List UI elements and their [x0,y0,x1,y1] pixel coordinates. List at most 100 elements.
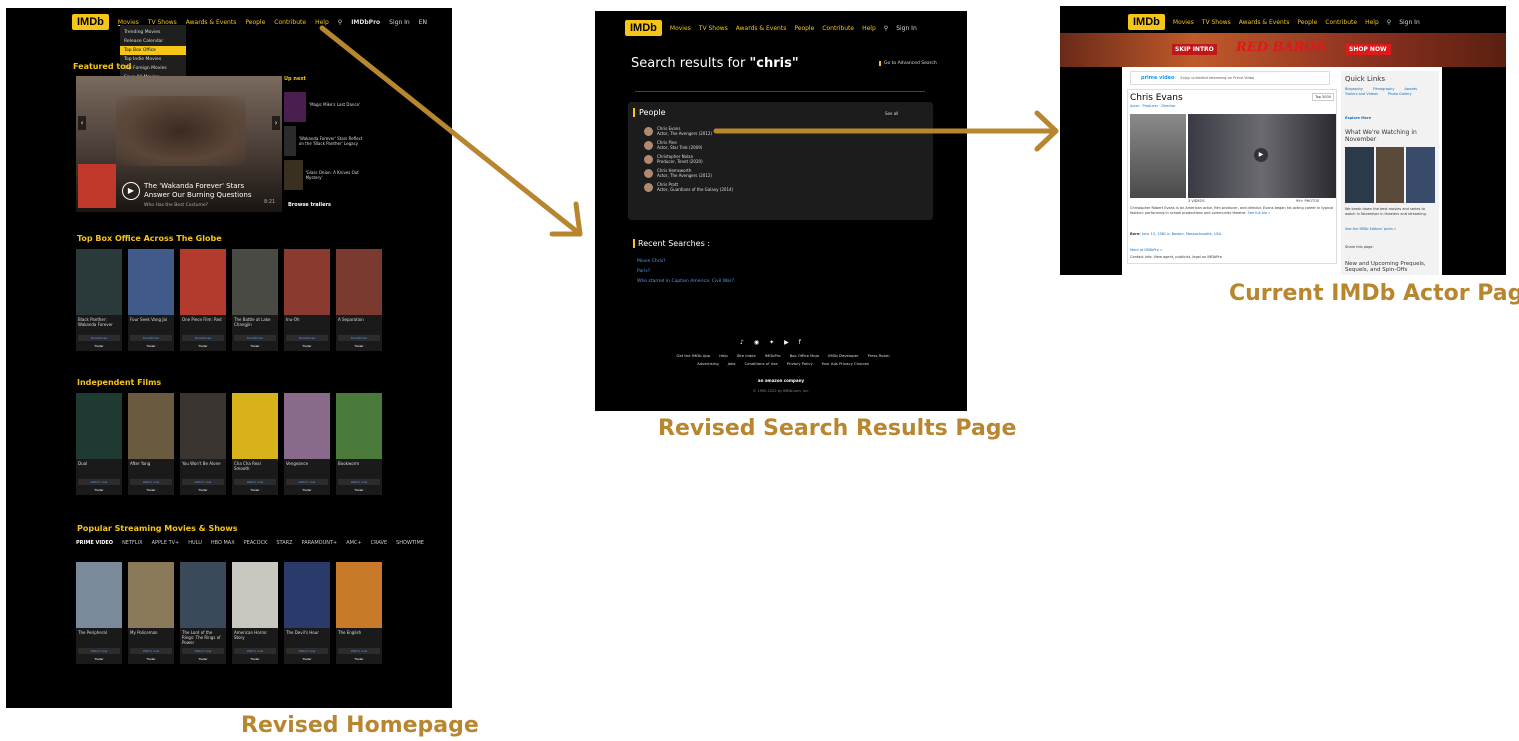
trailer-button[interactable]: Trailer [78,656,120,662]
nav-people[interactable]: People [1297,19,1317,26]
youtube-icon[interactable]: ▶ [784,339,789,346]
footer-link[interactable]: Privacy Policy [787,361,813,366]
nav-awards[interactable]: Awards & Events [1239,19,1290,26]
footer-link[interactable]: Conditions of Use [744,361,777,366]
footer-link[interactable]: Your Ads Privacy Choices [822,361,869,366]
watch-now-button[interactable]: Watch now [182,648,224,654]
tab-apple-tv[interactable]: APPLE TV+ [152,540,180,546]
tab-peacock[interactable]: PEACOCK [244,540,268,546]
recent-search-link[interactable]: Paris? [637,267,734,277]
person-row[interactable]: Chris Evans Actor, The Avengers (2012) [628,124,933,138]
watch-now-button[interactable]: Watch now [130,479,172,485]
nav-tv-shows[interactable]: TV Shows [699,25,728,32]
showtimes-button[interactable]: Showtimes [130,335,172,341]
showtimes-button[interactable]: Showtimes [78,335,120,341]
nav-contribute[interactable]: Contribute [1325,19,1357,26]
trailer-button[interactable]: Trailer [338,343,380,349]
imdb-logo[interactable]: IMDb [625,20,662,36]
browse-trailers-link[interactable]: Browse trailers [288,202,331,208]
tab-prime-video[interactable]: PRIME VIDEO [76,540,113,546]
nav-people[interactable]: People [245,19,265,26]
imdbpro-link[interactable]: IMDbPro [351,19,380,26]
explore-more-link[interactable]: Explore More [1345,116,1371,120]
ad-banner[interactable]: SKIP INTRO RED BARON SHOP NOW [1060,33,1506,67]
trailer-button[interactable]: Trailer [78,487,120,493]
watch-now-button[interactable]: Watch now [338,648,380,654]
movie-card[interactable]: Bookworm Watch now Trailer [336,393,382,495]
tab-amc[interactable]: AMC+ [346,540,361,546]
watching-thumbnails[interactable] [1345,147,1436,203]
trailer-button[interactable]: Trailer [234,487,276,493]
tab-paramount[interactable]: PARAMOUNT+ [302,540,338,546]
hero-next-button[interactable]: › [272,116,280,130]
trailer-button[interactable]: Trailer [130,343,172,349]
trailer-button[interactable]: Trailer [338,656,380,662]
recent-search-link[interactable]: Who starred in Captain America: Civil Wa… [637,277,734,287]
watch-now-button[interactable]: Watch now [78,648,120,654]
person-row[interactable]: Chris Hemsworth Actor, The Avengers (2012… [628,166,933,180]
watch-now-button[interactable]: Watch now [78,479,120,485]
hero-title[interactable]: The 'Wakanda Forever' Stars Answer Our B… [144,182,264,200]
dropdown-item[interactable]: Trending Movies [120,28,186,37]
imdbpro-link[interactable]: More at IMDbPro » [1130,248,1162,252]
instagram-icon[interactable]: ◉ [754,339,759,346]
movie-card[interactable]: Black Panther: Wakanda Forever Showtimes T… [76,249,122,351]
tiktok-icon[interactable]: ♪ [740,339,744,346]
watch-now-button[interactable]: Watch now [286,479,328,485]
movie-card[interactable]: A Separation Showtimes Trailer [336,249,382,351]
recent-search-link[interactable]: Movie Chris? [637,257,734,267]
prime-video-banner[interactable]: prime video Enjoy unlimited streaming on… [1130,71,1330,85]
search-icon[interactable]: ⚲ [338,19,342,26]
trailer-button[interactable]: Trailer [286,487,328,493]
showtimes-button[interactable]: Showtimes [182,335,224,341]
quick-link-trailers[interactable]: Trailers and Videos [1345,92,1378,96]
footer-link[interactable]: Jobs [728,361,736,366]
upnext-item[interactable]: 'Glass Onion: A Knives Out Mystery' [284,160,366,192]
quick-link-biography[interactable]: Biography [1345,87,1363,91]
nav-movies[interactable]: Movies [1173,19,1194,26]
trailer-button[interactable]: Trailer [182,487,224,493]
trailer-button[interactable]: Trailer [286,656,328,662]
trailer-button[interactable]: Trailer [182,343,224,349]
movie-card[interactable]: Cha Cha Real Smooth Watch now Trailer [232,393,278,495]
see-list-link[interactable]: See the IMDb Editors' picks » [1345,227,1396,231]
nav-contribute[interactable]: Contribute [274,19,306,26]
video-count[interactable]: 3 VIDEOS [1188,199,1205,203]
footer-link[interactable]: IMDbPro [765,353,781,358]
trailer-button[interactable]: Trailer [234,343,276,349]
advanced-search-link[interactable]: Go to Advanced Search [879,61,937,66]
tab-netflix[interactable]: NETFLIX [122,540,143,546]
imdb-logo[interactable]: IMDb [1128,14,1165,30]
play-icon[interactable]: ▶ [122,182,140,200]
person-row[interactable]: Christopher Nolan Producer, Tenet (2020) [628,152,933,166]
tab-showtime[interactable]: SHOWTIME [396,540,424,546]
movie-card[interactable]: The Battle at Lake Changjin Showtimes Trai… [232,249,278,351]
movie-card[interactable]: The Devil's Hour Watch now Trailer [284,562,330,664]
twitter-icon[interactable]: ✦ [769,339,774,346]
trailer-button[interactable]: Trailer [338,487,380,493]
tab-crave[interactable]: CRAVE [371,540,387,546]
tab-starz[interactable]: STARZ [276,540,292,546]
person-row[interactable]: Chris Pratt Actor, Guardians of the Galax… [628,180,933,194]
shop-now-button[interactable]: SHOP NOW [1345,44,1391,55]
footer-link[interactable]: IMDb Developer [828,353,858,358]
search-icon[interactable]: ⚲ [884,25,888,32]
quick-link-photos[interactable]: Photo Gallery [1388,92,1412,96]
movie-card[interactable]: My Policeman Watch now Trailer [128,562,174,664]
language-select[interactable]: EN [419,19,427,26]
movie-card[interactable]: Four Seek Vang Jai Showtimes Trailer [128,249,174,351]
upnext-item[interactable]: 'Magic Mike's Last Dance' [284,92,366,124]
search-icon[interactable]: ⚲ [1387,19,1391,26]
actor-video[interactable]: ▶ [1188,114,1336,198]
person-row[interactable]: Chris Pine Actor, Star Trek (2009) [628,138,933,152]
movie-card[interactable]: After Yang Watch now Trailer [128,393,174,495]
footer-link[interactable]: Help [719,353,728,358]
movie-card[interactable]: Dual Watch now Trailer [76,393,122,495]
watch-now-button[interactable]: Watch now [286,648,328,654]
nav-contribute[interactable]: Contribute [822,25,854,32]
movie-card[interactable]: The English Watch now Trailer [336,562,382,664]
signin-link[interactable]: Sign In [896,25,917,32]
trailer-button[interactable]: Trailer [78,343,120,349]
footer-link[interactable]: Site Index [737,353,756,358]
trailer-button[interactable]: Trailer [182,656,224,662]
